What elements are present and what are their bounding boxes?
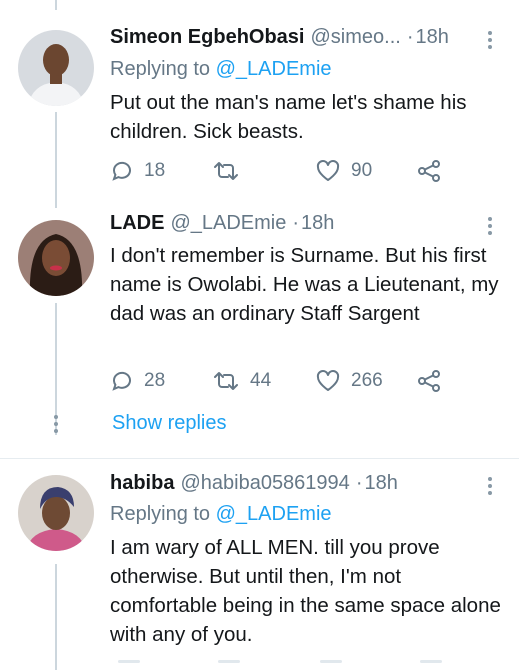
retweet-count: 44 — [250, 370, 272, 391]
separator-dot: · — [292, 212, 300, 234]
cut-off-action-icon — [420, 660, 442, 663]
retweet-button[interactable] — [212, 158, 250, 184]
replying-to-label: Replying to — [110, 503, 211, 525]
handle[interactable]: @_LADEmie — [170, 212, 286, 235]
thread-dots-icon — [48, 410, 64, 438]
like-count: 266 — [351, 370, 383, 391]
share-button[interactable] — [416, 368, 442, 394]
like-button[interactable]: 90 — [315, 158, 372, 184]
reply-button[interactable]: 28 — [110, 368, 165, 394]
replying-to-mention[interactable]: @_LADEmie — [216, 58, 332, 80]
share-icon — [418, 160, 440, 182]
tweet-header: LADE @_LADEmie · 18h — [110, 212, 334, 240]
reply-button[interactable]: 18 — [110, 158, 165, 184]
display-name[interactable]: LADE — [110, 212, 164, 235]
reply-count: 18 — [144, 160, 166, 181]
reply-icon — [112, 371, 131, 391]
display-name[interactable]: habiba — [110, 472, 174, 495]
reply-icon — [112, 161, 131, 181]
tweet-header: habiba @habiba05861994 · 18h — [110, 472, 398, 500]
share-button[interactable] — [416, 158, 442, 184]
timestamp[interactable]: 18h — [364, 472, 397, 495]
reply-count: 28 — [144, 370, 166, 391]
divider — [0, 458, 519, 459]
tweet-text: Put out the man's name let's shame his c… — [110, 91, 467, 143]
retweet-icon — [214, 372, 238, 390]
replying-to: Replying to @_LADEmie — [110, 58, 332, 81]
retweet-icon — [214, 162, 238, 180]
tweet-header: Simeon EgbehObasi @simeo... · 18h — [110, 26, 449, 54]
timestamp[interactable]: 18h — [415, 26, 448, 49]
heart-icon — [316, 159, 340, 181]
replying-to: Replying to @_LADEmie — [110, 503, 332, 526]
heart-icon — [316, 369, 340, 391]
replying-to-mention[interactable]: @_LADEmie — [216, 503, 332, 525]
cut-off-action-icon — [320, 660, 342, 663]
cut-off-action-icon — [218, 660, 240, 663]
retweet-button[interactable]: 44 — [212, 368, 271, 394]
thread-line — [55, 112, 57, 208]
timestamp[interactable]: 18h — [301, 212, 334, 235]
more-vertical-icon[interactable] — [482, 26, 498, 54]
display-name[interactable]: Simeon EgbehObasi — [110, 26, 304, 49]
like-button[interactable]: 266 — [315, 368, 383, 394]
tweet-text: I am wary of ALL MEN. till you prove oth… — [110, 536, 501, 646]
handle[interactable]: @simeo... — [310, 26, 400, 49]
like-count: 90 — [351, 160, 373, 181]
avatar[interactable] — [18, 30, 94, 106]
avatar[interactable] — [18, 475, 94, 551]
handle[interactable]: @habiba05861994 — [180, 472, 349, 495]
more-vertical-icon[interactable] — [482, 472, 498, 500]
replying-to-label: Replying to — [110, 58, 211, 80]
thread-line — [55, 564, 57, 670]
separator-dot: · — [406, 26, 414, 48]
show-replies-link[interactable]: Show replies — [112, 412, 227, 435]
tweet-text: I don't remember is Surname. But his fir… — [110, 244, 499, 325]
avatar[interactable] — [18, 220, 94, 296]
thread-line-top — [55, 0, 57, 10]
separator-dot: · — [355, 472, 363, 494]
cut-off-action-icon — [118, 660, 140, 663]
share-icon — [418, 370, 440, 392]
more-vertical-icon[interactable] — [482, 212, 498, 240]
